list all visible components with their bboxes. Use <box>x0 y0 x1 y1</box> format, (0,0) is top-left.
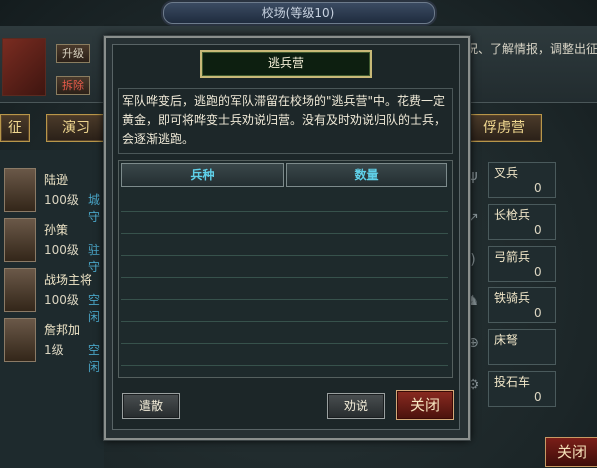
troop-count: 0 <box>534 306 542 320</box>
column-header-quantity: 数量 <box>286 163 447 187</box>
general-row[interactable]: 陆逊 100级 城守 <box>0 165 104 224</box>
dialog-title: 逃兵营 <box>267 56 304 70</box>
general-level: 100级 <box>44 193 79 207</box>
dialog-close-button[interactable]: 关闭 <box>396 390 454 420</box>
general-level: 100级 <box>44 293 79 307</box>
troop-name: 叉兵 <box>494 166 519 180</box>
general-row[interactable]: 孙策 100级 驻守 <box>0 215 104 274</box>
troop-count: 0 <box>534 265 542 279</box>
troop-name: 铁骑兵 <box>494 291 531 305</box>
troop-count: 0 <box>534 390 542 404</box>
troop-name: 床弩 <box>494 333 519 347</box>
general-row[interactable]: 战场主将 100级 空闲 <box>0 265 104 324</box>
close-button[interactable]: 关闭 <box>545 437 597 467</box>
general-name: 孙策 <box>44 223 69 237</box>
dismiss-button[interactable]: 遣散 <box>122 393 180 419</box>
column-header-troop-type: 兵种 <box>121 163 284 187</box>
troop-count: 0 <box>534 223 542 237</box>
table-row-divider <box>121 277 448 278</box>
general-status: 空闲 <box>88 343 101 374</box>
general-level: 100级 <box>44 243 79 257</box>
table-row-divider <box>121 255 448 256</box>
general-portrait <box>4 218 36 262</box>
troop-count: 0 <box>534 181 542 195</box>
persuade-button[interactable]: 劝说 <box>327 393 385 419</box>
tab-drill[interactable]: 演习 <box>46 114 106 142</box>
general-portrait <box>4 318 36 362</box>
general-level: 1级 <box>44 343 64 357</box>
general-name: 陆逊 <box>44 173 69 187</box>
troops-table <box>118 160 453 378</box>
table-row-divider <box>121 299 448 300</box>
general-row[interactable]: 詹邦加 1级 空闲 <box>0 315 104 374</box>
troop-name: 长枪兵 <box>494 208 531 222</box>
demolish-button[interactable]: 拆除 <box>56 76 90 95</box>
tab-expedition[interactable]: 征 <box>0 114 30 142</box>
troop-name: 投石车 <box>494 375 531 389</box>
table-row-divider <box>121 321 448 322</box>
table-row-divider <box>121 365 448 366</box>
info-text: 况、了解情报，调整出征 <box>466 42 597 56</box>
tab-captive-camp[interactable]: 俘虏营 <box>466 114 542 142</box>
table-row-divider <box>121 211 448 212</box>
table-row-divider <box>121 233 448 234</box>
general-name: 战场主将 <box>44 273 93 287</box>
general-name: 詹邦加 <box>44 323 81 337</box>
building-image <box>2 38 46 96</box>
general-portrait <box>4 268 36 312</box>
upgrade-button[interactable]: 升级 <box>56 44 90 63</box>
general-portrait <box>4 168 36 212</box>
description-text: 军队哗变后，逃跑的军队滞留在校场的"逃兵营"中。花费一定黄金，即可将哗变士兵劝说… <box>122 94 447 146</box>
troop-name: 弓箭兵 <box>494 250 531 264</box>
table-row-divider <box>121 343 448 344</box>
page-title: 校场(等级10) <box>261 6 335 20</box>
